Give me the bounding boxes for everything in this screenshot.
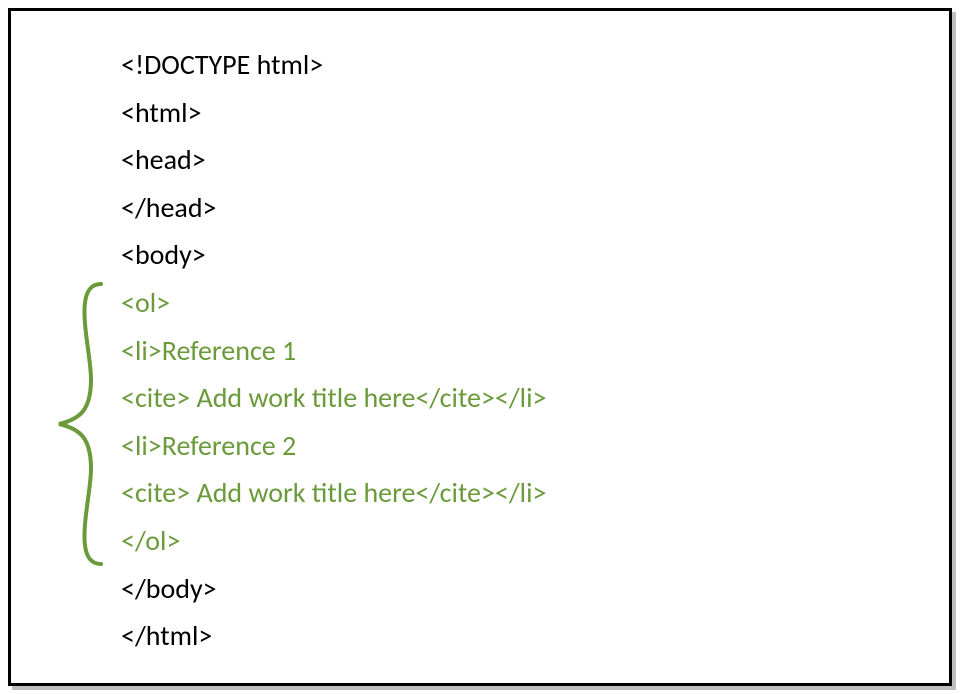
code-line-body-open: <body> (121, 231, 909, 279)
code-line-head-close: </head> (121, 184, 909, 232)
code-line-head-open: <head> (121, 136, 909, 184)
code-line-li1: <li>Reference 1 (121, 327, 909, 375)
code-line-doctype: <!DOCTYPE html> (121, 41, 909, 89)
code-frame: <!DOCTYPE html> <html> <head> </head> <b… (8, 8, 952, 686)
code-line-html-close: </html> (121, 612, 909, 660)
curly-brace-icon (51, 279, 111, 569)
code-line-cite2: <cite> Add work title here</cite></li> (121, 469, 909, 517)
code-line-ol-close: </ol> (121, 517, 909, 565)
code-line-cite1: <cite> Add work title here</cite></li> (121, 374, 909, 422)
code-line-ol-open: <ol> (121, 279, 909, 327)
code-line-li2: <li>Reference 2 (121, 422, 909, 470)
code-block: <!DOCTYPE html> <html> <head> </head> <b… (61, 41, 909, 660)
code-line-body-close: </body> (121, 565, 909, 613)
code-line-html-open: <html> (121, 89, 909, 137)
